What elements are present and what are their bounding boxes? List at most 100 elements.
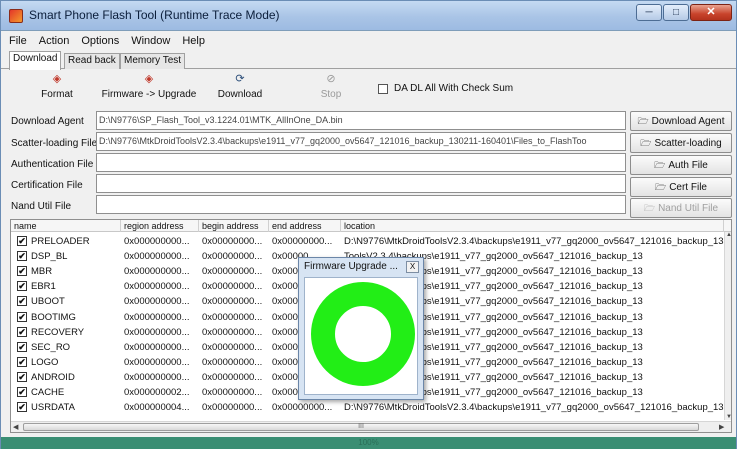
scroll-up-icon[interactable]: ▲	[725, 232, 731, 238]
format-label: Format	[41, 89, 73, 100]
download-agent-button-label: Download Agent	[651, 116, 725, 127]
scroll-thumb[interactable]: III	[23, 423, 699, 431]
app-window: Smart Phone Flash Tool (Runtime Trace Mo…	[0, 0, 737, 449]
cell-region-address: 0x000000000...	[124, 296, 190, 308]
col-begin-address[interactable]: begin address	[199, 220, 269, 232]
app-logo-icon	[9, 9, 23, 23]
close-icon: X	[409, 262, 416, 271]
cell-name: DSP_BL	[31, 251, 68, 263]
nand-util-button[interactable]: 🗁 Nand Util File	[630, 198, 732, 218]
row-checkbox[interactable]: ✔	[17, 326, 27, 337]
progress-ring-icon	[311, 282, 415, 386]
row-checkbox[interactable]: ✔	[17, 356, 27, 367]
menu-help[interactable]: Help	[182, 35, 205, 47]
row-checkbox[interactable]: ✔	[17, 296, 27, 307]
cert-file-label: Certification File	[11, 180, 83, 191]
row-checkbox[interactable]: ✔	[17, 402, 27, 413]
cell-begin-address: 0x00000000...	[202, 326, 263, 338]
close-button[interactable]: ✕	[690, 4, 732, 21]
close-icon: ✕	[706, 6, 716, 18]
folder-icon: 🗁	[643, 203, 656, 213]
cell-region-address: 0x000000000...	[124, 266, 190, 278]
download-agent-button[interactable]: 🗁 Download Agent	[630, 111, 732, 131]
row-checkbox[interactable]: ✔	[17, 266, 27, 277]
folder-icon: 🗁	[637, 116, 649, 126]
tab-memory-test[interactable]: Memory Test	[120, 53, 186, 69]
menu-file[interactable]: File	[9, 35, 27, 47]
firmware-upgrade-button[interactable]: ◈ Firmware -> Upgrade	[101, 73, 197, 100]
tab-strip: Download Read back Memory Test	[1, 51, 736, 70]
row-checkbox[interactable]: ✔	[17, 387, 27, 397]
cell-name: RECOVERY	[31, 326, 85, 338]
cell-name: EBR1	[31, 281, 56, 293]
tab-read-back[interactable]: Read back	[64, 53, 120, 69]
col-end-address[interactable]: end address	[269, 220, 341, 232]
cell-name: ANDROID	[31, 371, 75, 383]
menu-action[interactable]: Action	[39, 35, 70, 47]
vertical-scrollbar[interactable]: ▲ ▼	[724, 232, 731, 420]
scroll-thumb-grip: III	[358, 423, 364, 430]
scatter-loading-field[interactable]: D:\N9776\MtkDroidToolsV2.3.4\backups\e19…	[96, 132, 626, 151]
cell-location: D:\N9776\MtkDroidToolsV2.3.4\backups\e19…	[344, 402, 724, 414]
checksum-checkbox[interactable]	[378, 84, 388, 94]
scatter-loading-button[interactable]: 🗁 Scatter-loading	[630, 133, 732, 153]
cell-region-address: 0x000000000...	[124, 326, 190, 338]
auth-file-field[interactable]	[96, 153, 626, 172]
cell-begin-address: 0x00000000...	[202, 236, 263, 247]
cell-begin-address: 0x00000000...	[202, 266, 263, 278]
download-agent-label: Download Agent	[11, 116, 84, 127]
maximize-button[interactable]: □	[663, 4, 689, 21]
cell-name: BOOTIMG	[31, 311, 76, 323]
cell-begin-address: 0x00000000...	[202, 341, 263, 353]
row-checkbox[interactable]: ✔	[17, 251, 27, 262]
menu-window[interactable]: Window	[131, 35, 170, 47]
scroll-right-icon[interactable]: ▶	[719, 423, 724, 431]
download-agent-field[interactable]: D:\N9776\SP_Flash_Tool_v3.1224.01\MTK_Al…	[96, 111, 626, 130]
row-checkbox[interactable]: ✔	[17, 311, 27, 322]
nand-util-field[interactable]	[96, 195, 626, 214]
cell-name: MBR	[31, 266, 53, 278]
row-checkbox[interactable]: ✔	[17, 341, 27, 352]
dialog-close-button[interactable]: X	[406, 261, 419, 273]
cell-region-address: 0x000000002...	[124, 387, 190, 398]
auth-file-button[interactable]: 🗁 Auth File	[630, 155, 732, 175]
table-row[interactable]: ✔ PRELOADER 0x000000000... 0x00000000... 0x0…	[11, 234, 724, 249]
nand-util-button-label: Nand Util File	[658, 203, 719, 214]
scroll-left-icon[interactable]: ◀	[13, 423, 18, 431]
tab-download[interactable]: Download	[9, 51, 62, 70]
col-location[interactable]: location	[341, 220, 724, 232]
minimize-button[interactable]: ─	[636, 4, 662, 21]
row-checkbox[interactable]: ✔	[17, 371, 27, 382]
cert-file-field[interactable]	[96, 174, 626, 193]
row-checkbox[interactable]: ✔	[17, 281, 27, 292]
cell-begin-address: 0x00000000...	[202, 281, 263, 293]
window-controls: ─ □ ✕	[636, 4, 732, 21]
menu-bar: File Action Options Window Help	[1, 32, 736, 50]
cell-name: USRDATA	[31, 402, 75, 414]
download-button[interactable]: ⟳ Download	[215, 73, 265, 100]
col-region-address[interactable]: region address	[121, 220, 199, 232]
cell-begin-address: 0x00000000...	[202, 387, 263, 398]
dialog-body	[304, 277, 418, 395]
title-bar[interactable]: Smart Phone Flash Tool (Runtime Trace Mo…	[1, 1, 736, 31]
format-button[interactable]: ◈ Format	[35, 73, 79, 100]
folder-icon: 🗁	[654, 160, 666, 170]
firmware-upgrade-dialog[interactable]: Firmware Upgrade ... X	[298, 257, 424, 400]
table-row[interactable]: ✔ USRDATA 0x000000004... 0x00000000... 0x000…	[11, 400, 724, 415]
scroll-down-icon[interactable]: ▼	[725, 414, 731, 420]
scatter-loading-button-label: Scatter-loading	[654, 138, 722, 149]
firmware-upgrade-icon: ◈	[144, 73, 154, 85]
folder-icon: 🗁	[640, 138, 652, 148]
stop-button[interactable]: ⊘ Stop	[315, 73, 347, 100]
cell-region-address: 0x000000000...	[124, 311, 190, 323]
cell-begin-address: 0x00000000...	[202, 356, 263, 368]
stop-icon: ⊘	[326, 73, 336, 85]
cert-file-button-label: Cert File	[669, 182, 707, 193]
col-name[interactable]: name	[11, 220, 121, 232]
checksum-label: DA DL All With Check Sum	[394, 83, 514, 94]
horizontal-scrollbar[interactable]: ◀ III ▶	[11, 421, 731, 432]
menu-options[interactable]: Options	[81, 35, 119, 47]
row-checkbox[interactable]: ✔	[17, 236, 27, 246]
cert-file-button[interactable]: 🗁 Cert File	[630, 177, 732, 197]
download-label: Download	[217, 89, 263, 100]
